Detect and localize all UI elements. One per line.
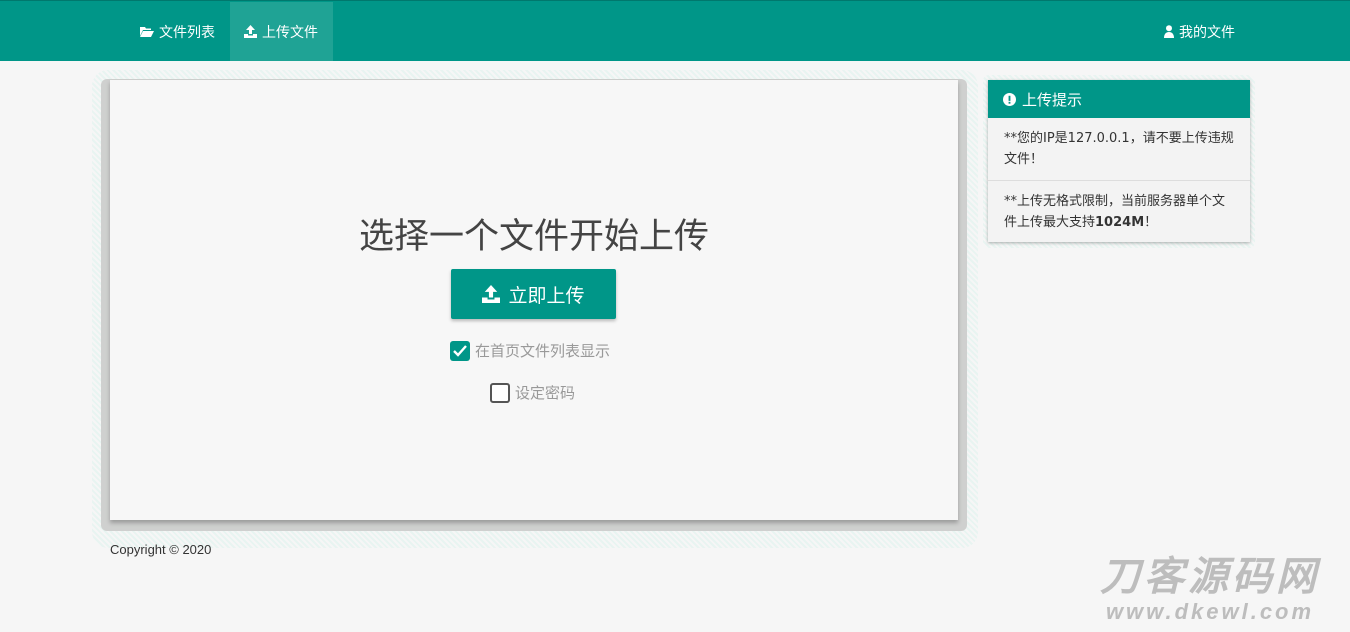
upload-title: 选择一个文件开始上传	[358, 217, 709, 257]
exclamation-circle-icon	[1003, 92, 1016, 106]
tip-item-ip: **您的IP是127.0.0.1，请不要上传违规文件！	[988, 118, 1250, 180]
nav-item-file-list-label: 文件列表	[159, 24, 215, 41]
tip-limit-suffix: ！	[1144, 215, 1158, 230]
upload-tips-card: 上传提示 **您的IP是127.0.0.1，请不要上传违规文件！ **上传无格式…	[988, 80, 1250, 242]
nav-item-my-files-label: 我的文件	[1179, 24, 1235, 41]
upload-now-button[interactable]: 立即上传	[451, 269, 616, 319]
upload-icon	[482, 285, 501, 303]
watermark-name: 刀客源码网	[1100, 555, 1320, 599]
set-password-option[interactable]: 设定密码	[490, 382, 575, 403]
tips-header: 上传提示	[988, 80, 1250, 118]
upload-drop-area[interactable]: 选择一个文件开始上传 立即上传 在首页文件列表显示 设定密码	[110, 80, 958, 520]
nav-item-upload-file[interactable]: 上传文件	[230, 2, 333, 61]
tip-limit-value: 1024M	[1095, 215, 1145, 230]
check-icon	[453, 344, 467, 357]
set-password-checkbox[interactable]	[490, 382, 510, 403]
copyright-text: Copyright © 2020	[110, 542, 212, 557]
nav-item-upload-file-label: 上传文件	[262, 24, 318, 41]
tips-title: 上传提示	[1022, 90, 1083, 109]
show-on-home-label: 在首页文件列表显示	[475, 342, 611, 360]
watermark-url: www.dkewl.com	[1105, 599, 1315, 624]
tip-item-limit: **上传无格式限制，当前服务器单个文件上传最大支持1024M！	[988, 180, 1250, 243]
nav-item-my-files[interactable]: 我的文件	[1150, 2, 1249, 61]
folder-open-icon	[140, 26, 154, 37]
nav-item-file-list[interactable]: 文件列表	[126, 2, 229, 61]
show-on-home-option[interactable]: 在首页文件列表显示	[450, 340, 610, 361]
show-on-home-checkbox[interactable]	[450, 340, 470, 361]
site-watermark: 刀客源码网 www.dkewl.com	[1080, 555, 1340, 625]
tip-ip-text: **您的IP是127.0.0.1，请不要上传违规文件！	[1004, 131, 1234, 167]
user-icon	[1164, 25, 1174, 38]
top-navbar: 文件列表 上传文件 我的文件	[0, 0, 1350, 61]
upload-now-button-label: 立即上传	[508, 284, 585, 307]
set-password-label: 设定密码	[515, 384, 576, 402]
upload-icon	[244, 25, 257, 38]
